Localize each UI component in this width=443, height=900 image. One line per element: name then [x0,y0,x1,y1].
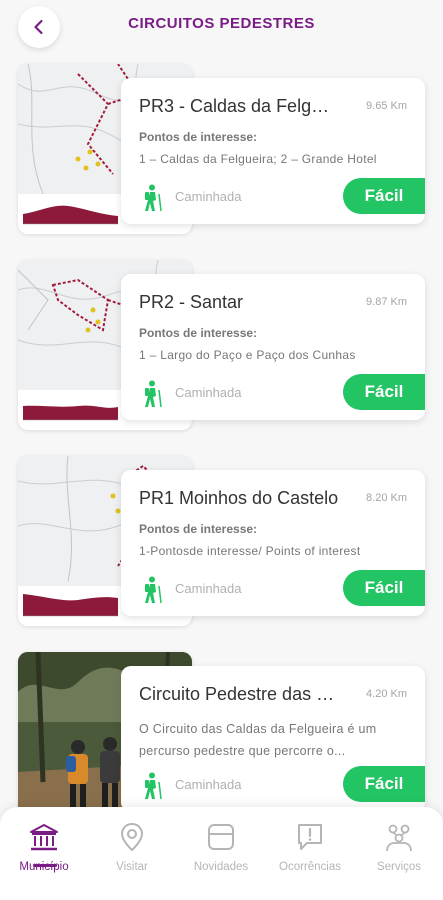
hiker-icon [145,184,162,212]
route-card[interactable]: PR2 - Santar 9.87 Km Pontos de interesse… [18,260,428,435]
active-indicator [33,864,57,867]
poi-label: Pontos de interesse: [139,130,258,144]
route-description: O Circuito das Caldas da Felgueira é um … [139,722,377,758]
route-title: PR3 - Caldas da Felgueira [139,96,339,116]
route-card[interactable]: PR3 - Caldas da Felgueira 9.65 Km Pontos… [18,64,428,239]
route-title: PR1 Moinhos do Castelo [139,488,339,508]
activity-label: Caminhada [175,189,242,204]
activity-label: Caminhada [175,581,242,596]
header: CIRCUITOS PEDESTRES [0,0,443,58]
poi-value: 1 – Largo do Paço e Paço dos Cunhas [139,348,356,362]
poi-label: Pontos de interesse: [139,522,258,536]
difficulty-badge: Fácil [343,178,425,214]
building-icon [30,824,58,851]
nav-item-ocorrencias[interactable]: Ocorrências [266,821,354,873]
hiker-icon [145,380,162,408]
route-card[interactable]: Circuito Pedestre das Caldas 4.20 Km O C… [18,652,428,827]
nav-item-novidades[interactable]: Novidades [177,821,265,873]
difficulty-badge: Fácil [343,766,425,802]
route-info: Circuito Pedestre das Caldas 4.20 Km O C… [121,666,425,812]
route-title: Circuito Pedestre das Caldas [139,684,339,704]
poi-label: Pontos de interesse: [139,326,258,340]
services-icon [386,824,412,852]
nav-item-servicos[interactable]: Serviços [355,821,443,873]
activity-label: Caminhada [175,385,242,400]
nav-label: Município [19,861,69,873]
hiker-icon [145,576,162,604]
nav-item-municipio[interactable]: Município [0,821,88,873]
news-icon [208,824,234,850]
route-info: PR1 Moinhos do Castelo 8.20 Km Pontos de… [121,470,425,616]
nav-item-visitar[interactable]: Visitar [88,821,176,873]
page-title: CIRCUITOS PEDESTRES [128,15,315,32]
location-pin-icon [120,822,144,852]
nav-label: Visitar [116,861,148,873]
route-info: PR3 - Caldas da Felgueira 9.65 Km Pontos… [121,78,425,224]
alert-chat-icon [298,824,322,850]
route-distance: 9.65 Km [366,100,407,112]
route-info: PR2 - Santar 9.87 Km Pontos de interesse… [121,274,425,420]
hiker-icon [145,772,162,800]
route-card[interactable]: PR1 Moinhos do Castelo 8.20 Km Pontos de… [18,456,428,631]
activity-label: Caminhada [175,777,242,792]
nav-label: Ocorrências [279,861,341,873]
difficulty-badge: Fácil [343,570,425,606]
route-title: PR2 - Santar [139,292,244,312]
bottom-navigation: Município Visitar Novidades Ocorrências [0,807,443,900]
route-distance: 8.20 Km [366,492,407,504]
poi-value: 1 – Caldas da Felgueira; 2 – Grande Hote… [139,152,377,166]
difficulty-badge: Fácil [343,374,425,410]
route-distance: 4.20 Km [366,688,407,700]
poi-value: 1-Pontosde interesse/ Points of interest [139,544,361,558]
nav-label: Serviços [376,861,422,873]
route-distance: 9.87 Km [366,296,407,308]
nav-label: Novidades [193,861,249,873]
